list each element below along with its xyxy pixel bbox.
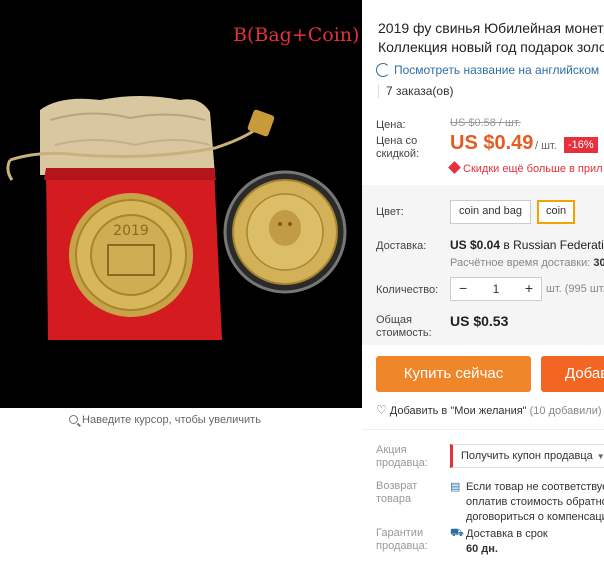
product-photo-illustration: 2019 [6, 96, 347, 340]
return-policy-text: Если товар не соответствуе оплатив стоим… [466, 480, 604, 525]
quantity-plus-button[interactable]: + [525, 280, 533, 296]
total-label: Общая стоимость: [376, 314, 432, 340]
divider [362, 429, 604, 430]
return-policy-line-2: оплатив стоимость обратно [466, 496, 604, 508]
product-info-panel: 2019 фу свинья Юбилейная монета г Коллек… [362, 0, 604, 576]
shipping-info[interactable]: US $0.04 в Russian Federation [450, 238, 604, 252]
divider [378, 84, 379, 98]
delivery-time-label: Расчётное время доставки: [450, 257, 591, 269]
discount-price-label-line-1: Цена со [376, 135, 418, 147]
seller-guarantee-label: Гарантии продавца: [376, 527, 428, 553]
discount-price-label-line-2: скидкой: [376, 148, 420, 160]
buy-now-button[interactable]: Купить сейчас [376, 356, 531, 392]
zoom-hint-text: Наведите курсор, чтобы увеличить [82, 414, 261, 426]
translate-icon [376, 63, 390, 77]
zoom-hint: Наведите курсор, чтобы увеличить [0, 414, 330, 426]
discount-badge: -16% [564, 137, 598, 153]
seller-promo-label-line-1: Акция [376, 444, 407, 456]
return-policy-line-1: Если товар не соответствуе [466, 481, 604, 493]
delivery-time: Расчётное время доставки: 30 [450, 257, 604, 269]
magnifier-icon [69, 415, 79, 424]
return-policy-icon: ▤ [450, 481, 461, 493]
return-label-line-2: товара [376, 493, 412, 505]
quantity-stepper: − 1 + [450, 277, 542, 301]
chevron-down-icon: ▼ [596, 452, 604, 461]
seller-promo-label-line-2: продавца: [376, 457, 428, 469]
price-label: Цена: [376, 119, 406, 131]
product-image[interactable]: 2019 B(Bag+Coin) [0, 0, 362, 408]
return-label: Возврат товара [376, 480, 417, 506]
price-per-unit: / шт. [535, 140, 557, 152]
delivery-time-value: 30 [593, 257, 604, 269]
product-title-line-2: Коллекция новый год подарок золото [378, 39, 604, 55]
guarantee-label-line-1: Гарантии [376, 527, 424, 539]
svg-text:2019: 2019 [113, 223, 149, 239]
return-policy-line-3: договориться о компенсаци [466, 511, 604, 523]
total-price: US $0.53 [450, 313, 509, 329]
shipping-destination: в Russian Federation [503, 238, 604, 252]
guarantee-text: Доставка в срок 60 дн. [466, 527, 548, 557]
color-label: Цвет: [376, 206, 404, 218]
translate-link-text: Посмотреть название на английском [394, 63, 600, 77]
total-label-line-2: стоимость: [376, 327, 432, 339]
quantity-label: Количество: [376, 284, 439, 296]
guarantee-label-line-2: продавца: [376, 540, 428, 552]
price-tag-icon [448, 161, 461, 174]
translate-title-link[interactable]: Посмотреть название на английском [376, 63, 599, 77]
get-seller-coupon-button[interactable]: Получить купон продавца ▼ [450, 444, 604, 468]
app-promo-link[interactable]: Скидки ещё больше в прил [448, 161, 603, 175]
app-promo-text: Скидки ещё больше в прил [463, 163, 603, 175]
delivery-truck-icon: ⛟ [450, 527, 464, 539]
discount-price-label: Цена со скидкой: [376, 135, 419, 161]
shipping-label: Доставка: [376, 240, 427, 252]
add-to-wishlist-link[interactable]: ♡ Добавить в "Мои желания" (10 добавили) [376, 403, 602, 417]
wishlist-text: Добавить в "Мои желания" [389, 405, 527, 417]
add-to-cart-button[interactable]: Добав [541, 356, 604, 392]
guarantee-line-1: Доставка в срок [466, 528, 548, 540]
old-price: US $0.58 / шт. [450, 117, 521, 129]
return-label-line-1: Возврат [376, 480, 418, 492]
wishlist-count: (10 добавили) [529, 405, 602, 417]
variant-label: B(Bag+Coin) [233, 24, 360, 46]
availability: шт. (995 шт. [546, 283, 604, 295]
color-option-coin-and-bag[interactable]: coin and bag [450, 200, 531, 224]
orders-count: 7 заказа(ов) [386, 84, 454, 98]
total-label-line-1: Общая [376, 314, 412, 326]
quantity-minus-button[interactable]: − [459, 280, 467, 296]
shipping-cost: US $0.04 [450, 238, 501, 252]
product-title: 2019 фу свинья Юбилейная монета г Коллек… [378, 19, 604, 57]
product-title-line-1: 2019 фу свинья Юбилейная монета г [378, 20, 604, 36]
heart-icon: ♡ [376, 403, 387, 417]
current-price: US $0.49 [450, 132, 534, 154]
seller-promo-label: Акция продавца: [376, 444, 428, 470]
guarantee-line-2: 60 дн. [466, 543, 498, 555]
color-option-coin[interactable]: coin [537, 200, 576, 224]
coupon-button-label: Получить купон продавца [461, 450, 593, 462]
quantity-input[interactable]: 1 [489, 282, 503, 296]
